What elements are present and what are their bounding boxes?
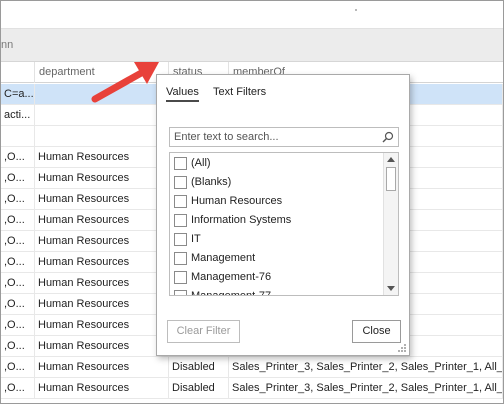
search-input[interactable] [170,128,375,146]
separator-dot [355,9,357,11]
table-cell: ,O... [1,210,35,231]
checkbox[interactable] [174,195,187,208]
checkbox[interactable] [174,233,187,246]
table-cell: Disabled [169,357,229,378]
table-cell: Human Resources [35,189,169,210]
list-item-label: Management-77 [191,290,272,296]
table-cell: Human Resources [35,315,169,336]
tab-text-filters[interactable]: Text Filters [213,86,266,98]
table-cell: Human Resources [35,294,169,315]
table-cell: ,O... [1,378,35,399]
table-cell: C=a... [1,84,35,105]
list-item-label: Management-76 [191,271,272,283]
table-cell: Sales_Printer_3, Sales_Printer_2, Sales_… [229,378,503,399]
values-list: (All) (Blanks) Human Resources Information … [169,152,399,296]
table-cell: Human Resources [35,168,169,189]
table-cell [1,126,35,147]
list-item-label: (All) [191,157,211,169]
table-row[interactable]: ,O... Human Resources Disabled Sales_Printe… [1,378,503,399]
list-item[interactable]: (Blanks) [174,173,378,192]
list-item[interactable]: Human Resources [174,192,378,211]
table-cell: Human Resources [35,252,169,273]
table-cell: Human Resources [35,210,169,231]
table-cell: ,O... [1,147,35,168]
list-item-label: Information Systems [191,214,292,226]
checkbox[interactable] [174,290,187,295]
list-item[interactable]: Management-77 [174,287,378,296]
list-item[interactable]: Management-76 [174,268,378,287]
checkbox[interactable] [174,214,187,227]
list-item-label: (Blanks) [191,176,232,188]
list-item[interactable]: (All) [174,154,378,173]
table-cell: ,O... [1,231,35,252]
table-row[interactable]: ,O... Human Resources Disabled Sales_Printe… [1,357,503,378]
close-button[interactable]: Close [352,320,401,343]
table-cell: Human Resources [35,231,169,252]
checkbox[interactable] [174,176,187,189]
table-cell: ,O... [1,315,35,336]
search-box [169,127,399,147]
table-cell: Sales_Printer_3, Sales_Printer_2, Sales_… [229,357,503,378]
table-cell: Human Resources [35,147,169,168]
search-icon[interactable] [382,131,394,143]
table-cell: ,O... [1,357,35,378]
filter-popup: Values Text Filters (All) (Blanks) Human R… [156,74,410,356]
table-cell: acti... [1,105,35,126]
table-cell [35,105,169,126]
checkbox[interactable] [174,271,187,284]
clear-filter-button[interactable]: Clear Filter [167,320,240,343]
table-cell [35,126,169,147]
title-bar [1,1,503,29]
scroll-down-icon[interactable] [387,286,395,291]
list-item-label: Management [191,252,256,264]
table-cell: Human Resources [35,273,169,294]
group-panel: nn [1,29,503,62]
table-cell: ,O... [1,294,35,315]
table-cell: ,O... [1,273,35,294]
list-item[interactable]: Management [174,249,378,268]
table-cell: ,O... [1,189,35,210]
table-cell: ,O... [1,168,35,189]
list-item[interactable]: IT [174,230,378,249]
table-cell: Disabled [169,378,229,399]
scroll-thumb[interactable] [386,167,396,191]
grid-window: nn department status memberOf C=a..., Gr… [0,0,504,404]
column-header-0[interactable] [1,62,35,83]
table-cell: ,O... [1,252,35,273]
table-cell: Human Resources [35,336,169,357]
table-cell: Human Resources [35,357,169,378]
tab-values[interactable]: Values [166,86,199,102]
table-cell: ,O... [1,336,35,357]
checkbox[interactable] [174,157,187,170]
list-item[interactable]: Information Systems [174,211,378,230]
list-item-label: Human Resources [191,195,283,207]
group-panel-text: nn [1,39,14,51]
column-header-department-label: department [39,66,95,78]
scroll-up-icon[interactable] [387,157,395,162]
table-cell: Human Resources [35,378,169,399]
checkbox[interactable] [174,252,187,265]
filter-tabs: Values Text Filters [157,75,409,109]
annotation-arrow-icon [91,62,159,103]
list-item-label: IT [191,233,201,245]
resize-grip-icon[interactable] [398,344,406,352]
list-scrollbar[interactable] [383,153,398,295]
